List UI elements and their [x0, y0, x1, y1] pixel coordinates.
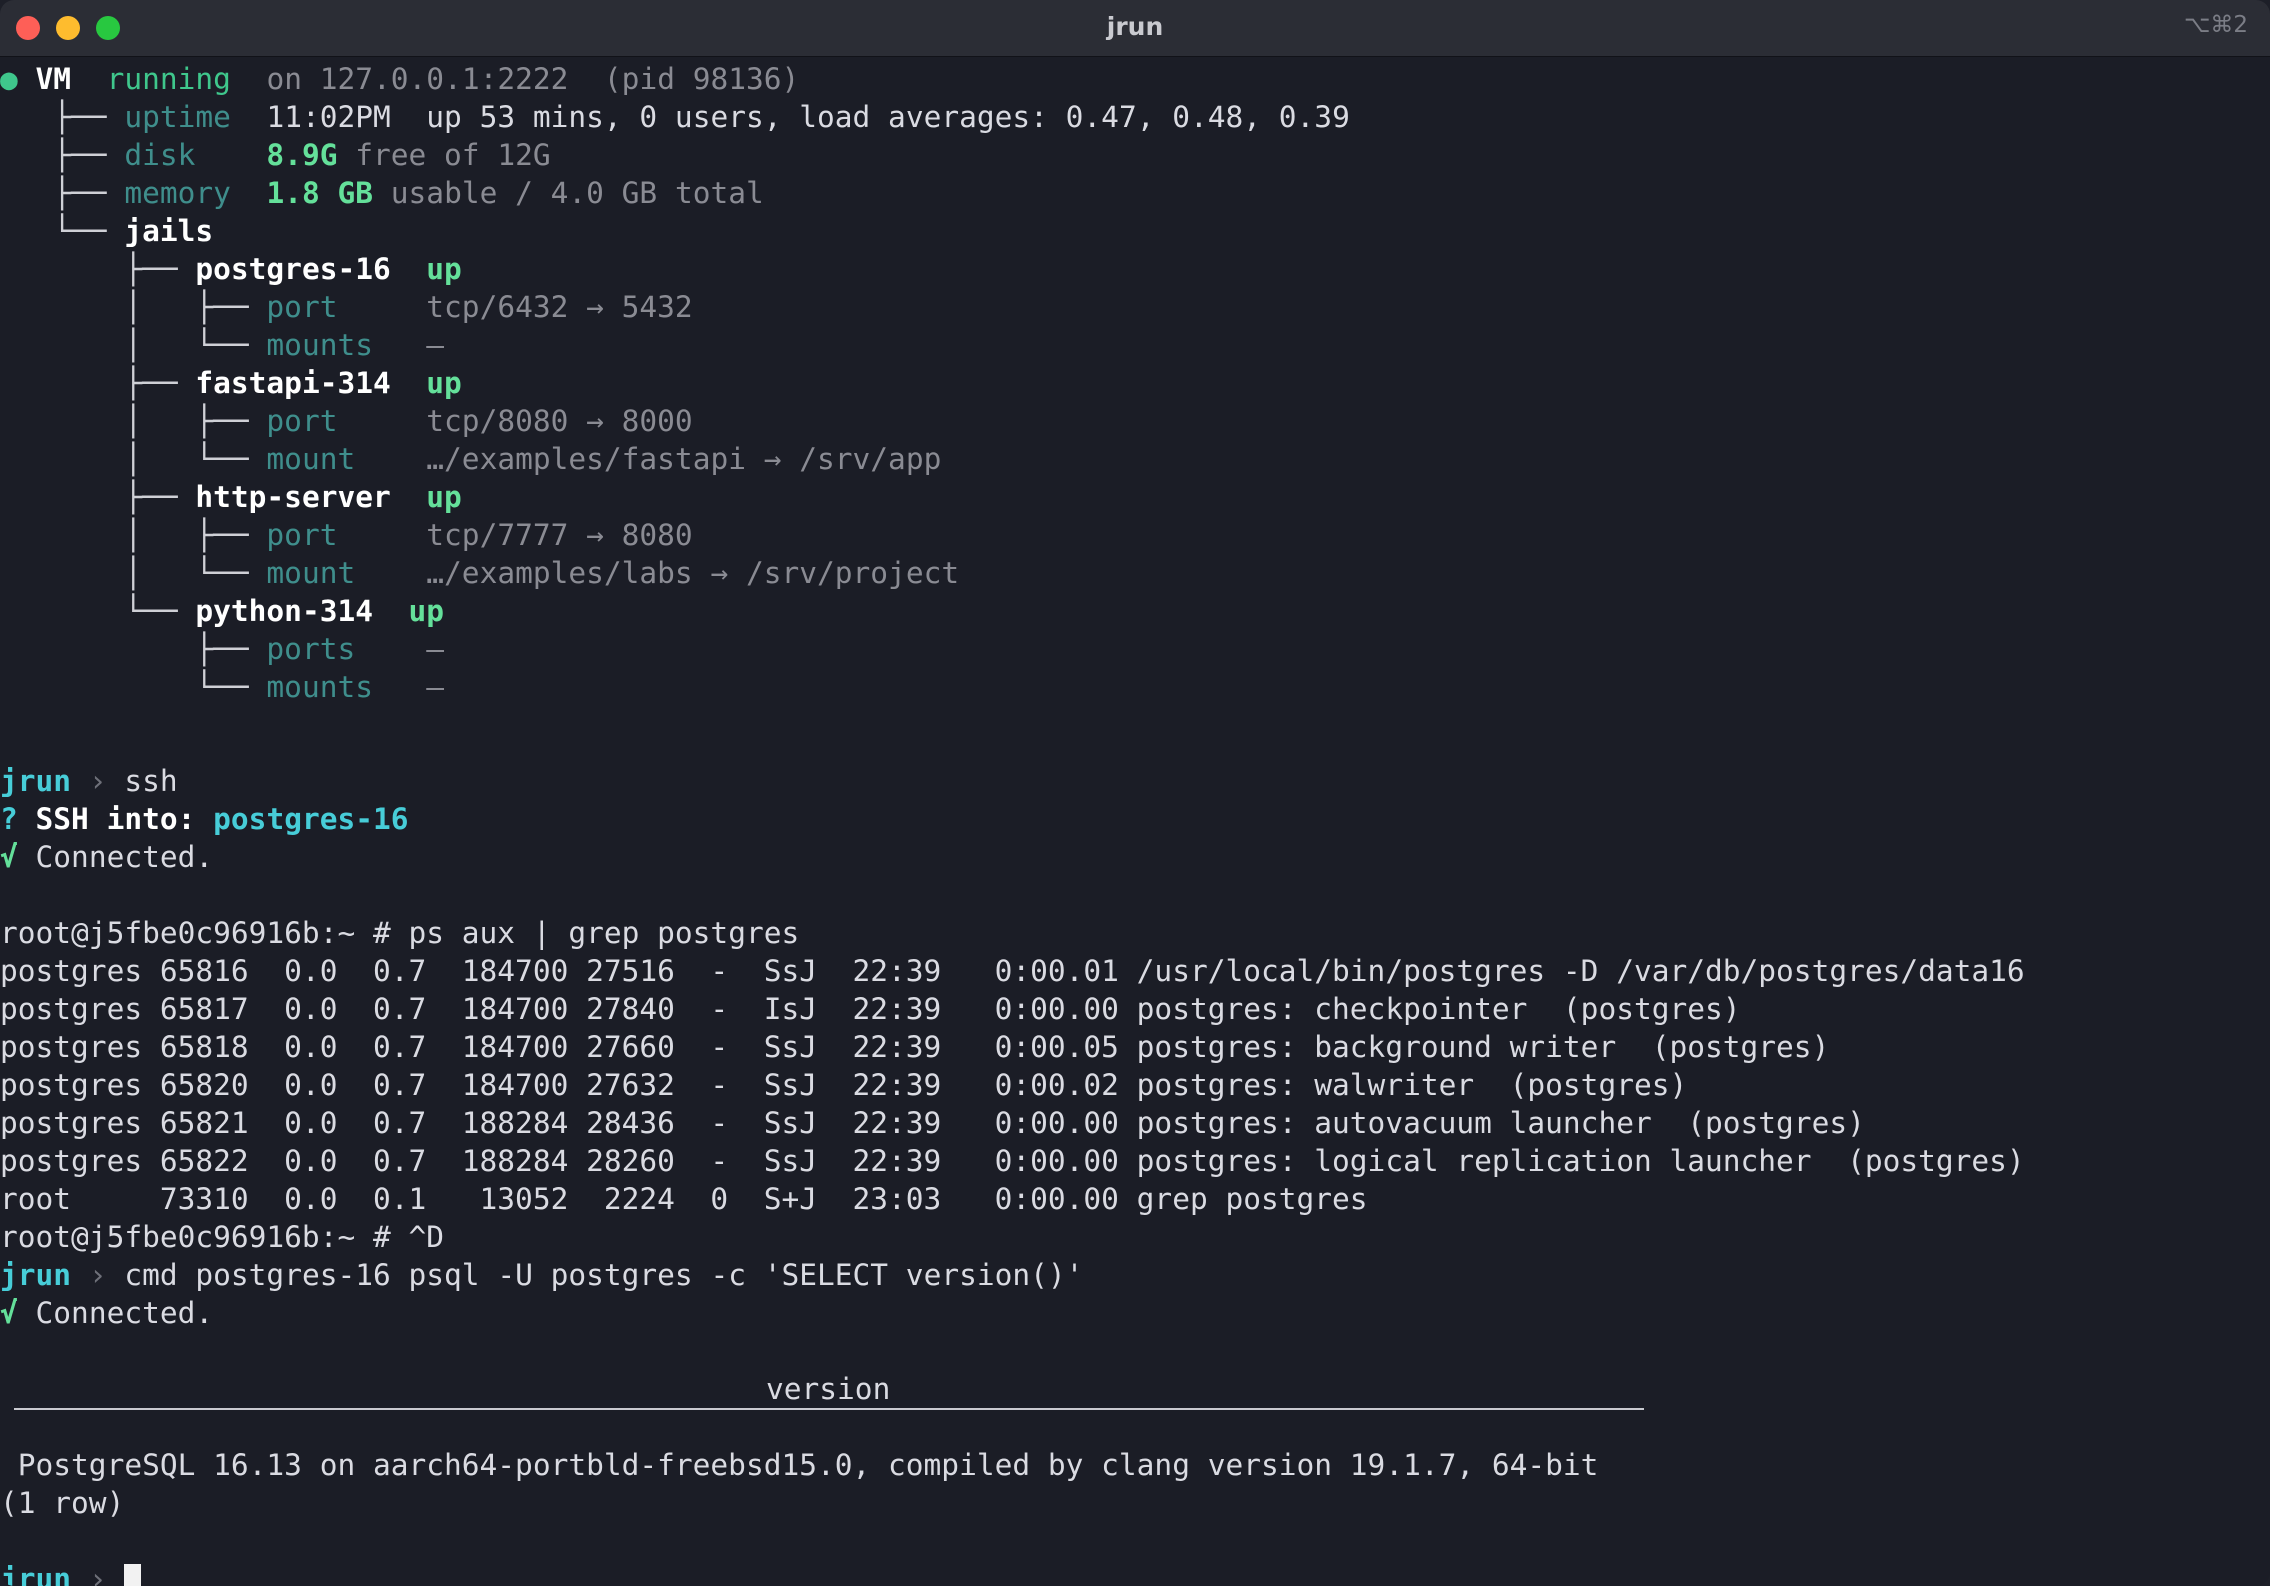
jail-key: mount	[266, 442, 356, 476]
prompt-line: jrun › ssh	[0, 762, 178, 800]
ps-row: postgres 65817 0.0 0.7 184700 27840 - Is…	[0, 992, 1741, 1026]
ps-row: postgres 65822 0.0 0.7 188284 28260 - Ss…	[0, 1144, 2025, 1178]
jail-key: mount	[266, 556, 356, 590]
jail-detail: │ ├── port tcp/8080 → 8000	[0, 404, 693, 438]
ps-row: postgres 65818 0.0 0.7 184700 27660 - Ss…	[0, 1030, 1830, 1064]
jail-row: ├── postgres-16 up	[0, 252, 462, 286]
jail-value: —	[426, 328, 445, 362]
psql-result-value: PostgreSQL 16.13 on aarch64-portbld-free…	[0, 1448, 1599, 1482]
jails-key: jails	[124, 214, 214, 248]
jail-value: …/examples/fastapi → /srv/app	[426, 442, 942, 476]
root-command-line: root@j5fbe0c96916b:~ # ps aux | grep pos…	[0, 914, 799, 952]
root-command-line: root@j5fbe0c96916b:~ # ^D	[0, 1218, 444, 1256]
vm-uptime-line: ├── uptime 11:02PM up 53 mins, 0 users, …	[0, 100, 1350, 134]
jail-status: up	[426, 366, 462, 400]
jail-detail: │ ├── port tcp/7777 → 8080	[0, 518, 693, 552]
jail-value: —	[426, 670, 445, 704]
vm-pid: (pid 98136)	[603, 62, 800, 96]
title-bar: jrun ⌥⌘2	[0, 0, 2270, 57]
psql-row-count: (1 row)	[0, 1486, 125, 1520]
jail-detail: └── mounts —	[0, 670, 445, 704]
vm-jails-line: └── jails	[0, 214, 214, 248]
prompt-name: jrun	[0, 1258, 72, 1292]
ps-row: root 73310 0.0 0.1 13052 2224 0 S+J 23:0…	[0, 1182, 1368, 1216]
jail-row: ├── fastapi-314 up	[0, 366, 462, 400]
status-dot-icon: ●	[0, 62, 18, 96]
jail-key: mounts	[266, 670, 373, 704]
command-text: ^D	[408, 1220, 445, 1254]
disk-value: 8.9G	[266, 138, 338, 172]
question-icon: ?	[0, 802, 18, 836]
ps-row: postgres 65820 0.0 0.7 184700 27632 - Ss…	[0, 1068, 1688, 1102]
window-shortcut: ⌥⌘2	[2183, 12, 2248, 38]
memory-key: memory	[124, 176, 231, 210]
text-cursor[interactable]	[124, 1563, 142, 1586]
vm-disk-line: ├── disk 8.9G free of 12G	[0, 138, 551, 172]
vm-state: running	[106, 62, 231, 96]
vm-memory-line: ├── memory 1.8 GB usable / 4.0 GB total	[0, 176, 764, 210]
check-icon: √	[0, 1296, 18, 1330]
ssh-question-line: ? SSH into: postgres-16	[0, 800, 409, 838]
connected-text: Connected.	[35, 1296, 214, 1330]
memory-value: 1.8 GB	[266, 176, 374, 210]
jail-status: up	[426, 252, 462, 286]
jail-status: up	[426, 480, 462, 514]
jail-name: python-314	[195, 594, 373, 628]
memory-rest: usable / 4.0 GB total	[390, 176, 764, 210]
terminal-output[interactable]: ● VM running on 127.0.0.1:2222 (pid 9813…	[0, 56, 2270, 1586]
jail-detail: ├── ports —	[0, 632, 445, 666]
jail-value: tcp/8080 → 8000	[426, 404, 693, 438]
jail-key: port	[266, 404, 338, 438]
jail-row: ├── http-server up	[0, 480, 462, 514]
jail-name: fastapi-314	[195, 366, 391, 400]
jail-key: mounts	[266, 328, 373, 362]
prompt-name: jrun	[0, 1562, 72, 1586]
check-icon: √	[0, 840, 18, 874]
jail-detail: │ └── mount …/examples/labs → /srv/proje…	[0, 556, 960, 590]
ps-row: postgres 65816 0.0 0.7 184700 27516 - Ss…	[0, 954, 2025, 988]
jail-key: ports	[266, 632, 356, 666]
root-prompt: root@j5fbe0c96916b:~ #	[0, 1220, 391, 1254]
vm-status-line: ● VM running on 127.0.0.1:2222 (pid 9813…	[0, 60, 799, 98]
connected-text: Connected.	[35, 840, 214, 874]
active-prompt-line[interactable]: jrun ›	[0, 1560, 142, 1586]
vm-label: VM	[35, 62, 72, 96]
psql-column-header: version	[766, 1372, 891, 1406]
ssh-label: SSH into:	[35, 802, 196, 836]
jail-row: └── python-314 up	[0, 594, 445, 628]
jail-value: …/examples/labs → /srv/project	[426, 556, 960, 590]
window-title: jrun	[1106, 12, 1164, 41]
jail-detail: │ ├── port tcp/6432 → 5432	[0, 290, 693, 324]
jail-value: tcp/7777 → 8080	[426, 518, 693, 552]
ps-row: postgres 65821 0.0 0.7 188284 28436 - Ss…	[0, 1106, 1865, 1140]
prompt-arrow-icon: ›	[88, 764, 107, 798]
connected-line: √ Connected.	[0, 838, 213, 876]
command-text: cmd postgres-16 psql -U postgres -c 'SEL…	[124, 1258, 1084, 1292]
jail-value: —	[426, 632, 445, 666]
disk-key: disk	[124, 138, 196, 172]
vm-address: on 127.0.0.1:2222	[266, 62, 569, 96]
uptime-key: uptime	[124, 100, 231, 134]
jail-key: port	[266, 518, 338, 552]
jail-value: tcp/6432 → 5432	[426, 290, 693, 324]
ssh-target: postgres-16	[213, 802, 409, 836]
connected-line: √ Connected.	[0, 1294, 213, 1332]
command-text: ps aux | grep postgres	[408, 916, 800, 950]
root-prompt: root@j5fbe0c96916b:~ #	[0, 916, 391, 950]
terminal-window: jrun ⌥⌘2 ● VM running on 127.0.0.1:2222 …	[0, 0, 2270, 1586]
prompt-line: jrun › cmd postgres-16 psql -U postgres …	[0, 1256, 1083, 1294]
prompt-arrow-icon: ›	[88, 1562, 107, 1586]
jail-name: postgres-16	[195, 252, 391, 286]
disk-rest: free of 12G	[355, 138, 551, 172]
psql-divider	[14, 1408, 1644, 1410]
uptime-value: 11:02PM up 53 mins, 0 users, load averag…	[266, 100, 1350, 134]
jail-key: port	[266, 290, 338, 324]
jail-status: up	[408, 594, 445, 628]
prompt-name: jrun	[0, 764, 72, 798]
command-text: ssh	[124, 764, 178, 798]
jail-detail: │ └── mount …/examples/fastapi → /srv/ap…	[0, 442, 942, 476]
jail-name: http-server	[195, 480, 391, 514]
prompt-arrow-icon: ›	[88, 1258, 107, 1292]
jail-detail: │ └── mounts —	[0, 328, 445, 362]
